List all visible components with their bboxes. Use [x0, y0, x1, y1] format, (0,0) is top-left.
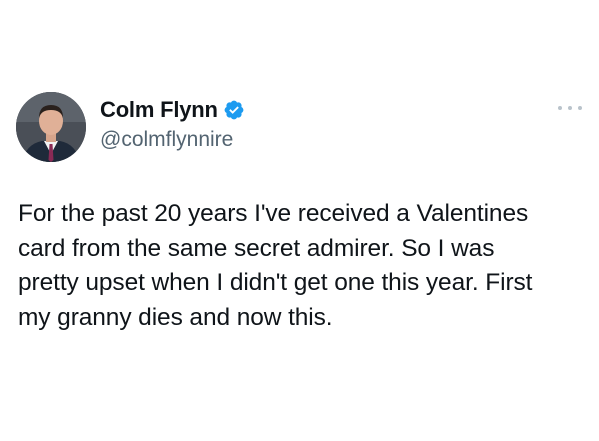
- tweet-text-line: pretty upset when I didn't get one this …: [18, 269, 533, 296]
- dot: [578, 106, 582, 110]
- name-row: Colm Flynn: [100, 96, 245, 124]
- handle[interactable]: @colmflynnire: [100, 128, 245, 152]
- tweet-text-line: card from the same secret admirer. So I …: [18, 234, 495, 262]
- display-name[interactable]: Colm Flynn: [100, 97, 218, 123]
- tweet-text-line: my granny dies and now this.: [18, 303, 333, 331]
- avatar[interactable]: [16, 92, 86, 162]
- tweet-text-line: For the past 20 years I've received a Va…: [18, 200, 529, 227]
- dot: [568, 106, 572, 110]
- profile-photo: [16, 92, 86, 162]
- dot: [558, 106, 562, 110]
- tweet-card: Colm Flynn @colmflynnire For the past 20…: [0, 0, 599, 441]
- verified-badge-icon: [223, 99, 245, 121]
- author-block: Colm Flynn @colmflynnire: [100, 96, 245, 152]
- tweet-text: For the past 20 years I've received a Va…: [18, 197, 588, 335]
- more-options-icon[interactable]: [558, 103, 582, 113]
